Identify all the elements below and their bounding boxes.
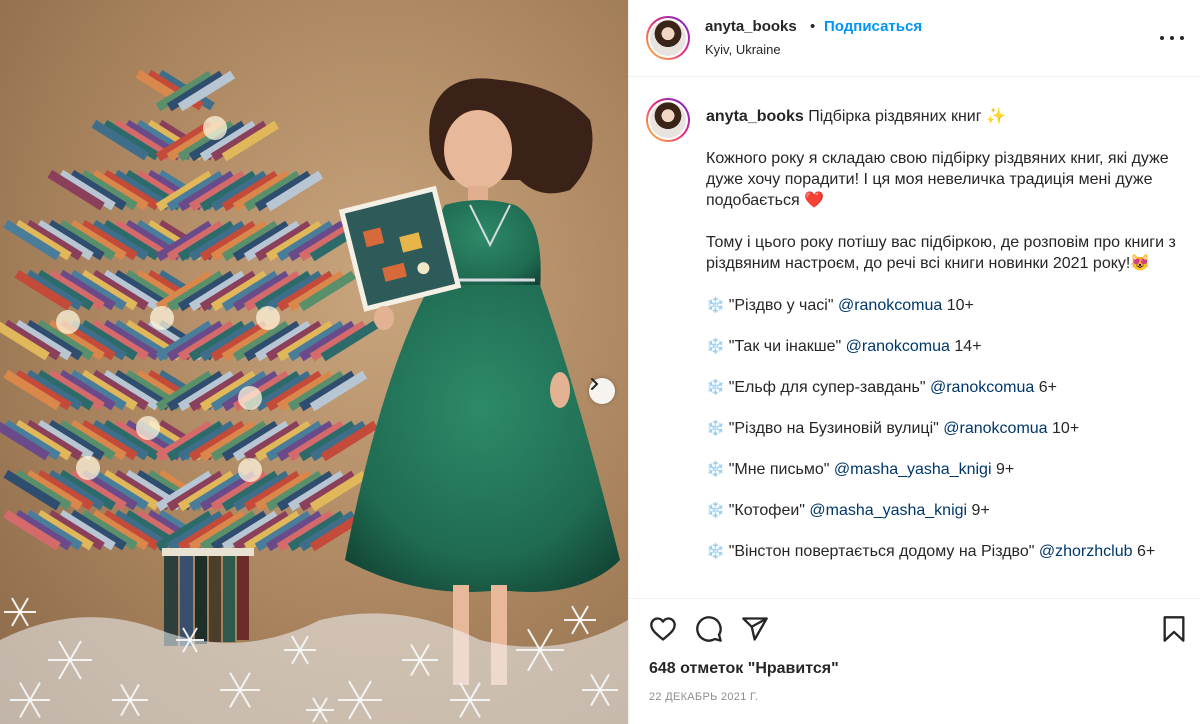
age-rating: 6+ [1136, 543, 1156, 560]
more-options-button[interactable] [1160, 29, 1184, 47]
post-panel: anyta_books • Подписаться Kyiv, Ukraine … [628, 0, 1200, 724]
follow-button[interactable]: Подписаться [824, 18, 922, 35]
book-list-item: ❄️ "Так чи інакше" @ranokcomua 14+ [706, 336, 1186, 357]
book-title: "Вінстон повертається додому на Різдво" [728, 543, 1035, 560]
location-link[interactable]: Kyiv, Ukraine [705, 42, 781, 57]
snowflake-icon: ❄️ [706, 461, 725, 478]
snowflake-icon: ❄️ [706, 379, 725, 396]
post-photo[interactable] [0, 0, 628, 724]
book-title: "Котофеи" [728, 502, 805, 519]
book-title: "Різдво у часі" [728, 297, 834, 314]
likes-count[interactable]: 648 отметок "Нравится" [649, 660, 839, 678]
age-rating: 9+ [971, 502, 990, 519]
book-tree-trunk [162, 548, 254, 646]
photo-illustration [0, 69, 628, 724]
cat-emoji: 😻 [1130, 255, 1151, 272]
snowflake-icon: ❄️ [706, 297, 725, 314]
snowflake-icon: ❄️ [706, 420, 725, 437]
bookmark-icon[interactable] [1160, 615, 1188, 643]
publisher-mention[interactable]: @ranokcomua [846, 338, 950, 355]
post-header: anyta_books • Подписаться Kyiv, Ukraine [629, 0, 1200, 77]
heart-emoji: ❤️ [804, 192, 825, 209]
publisher-mention[interactable]: @masha_yasha_knigi [809, 502, 967, 519]
snowflake-icon: ❄️ [706, 502, 725, 519]
publisher-mention[interactable]: @ranokcomua [943, 420, 1047, 437]
girl-figure [345, 78, 620, 685]
age-rating: 6+ [1038, 379, 1057, 396]
book-list-item: ❄️ "Вінстон повертається додому на Різдво… [706, 541, 1186, 562]
publisher-mention[interactable]: @zhorzhclub [1039, 543, 1133, 560]
book-list-item: ❄️ "Різдво у часі" @ranokcomua 10+ [706, 295, 1186, 316]
age-rating: 14+ [954, 338, 982, 355]
book-title: "Мне письмо" [728, 461, 830, 478]
caption-username[interactable]: anyta_books [706, 108, 804, 125]
book-list-item: ❄️ "Котофеи" @masha_yasha_knigi 9+ [706, 500, 1186, 521]
next-image-button[interactable] [589, 378, 615, 404]
book-list: ❄️ "Різдво у часі" @ranokcomua 10+ ❄️ "Так … [706, 295, 1186, 562]
book-list-item: ❄️ "Різдво на Бузиновій вулиці" @ranokcom… [706, 418, 1186, 439]
book-title: "Різдво на Бузиновій вулиці" [728, 420, 939, 437]
comment-icon[interactable] [695, 615, 723, 643]
action-bar: 648 отметок "Нравится" 22 ДЕКАБРЬ 2021 Г… [629, 598, 1200, 724]
caption-paragraph-2: Тому і цього року потішу вас підбіркою, … [706, 234, 1176, 272]
snowflake-icon: ❄️ [706, 543, 725, 560]
avatar[interactable] [646, 16, 690, 60]
caption-avatar[interactable] [646, 98, 690, 142]
caption-title: Підбірка різдвяних книг ✨ [808, 108, 1006, 125]
chevron-right-icon [591, 378, 598, 390]
post-date[interactable]: 22 ДЕКАБРЬ 2021 Г. [649, 691, 758, 703]
caption-text: anyta_books Підбірка різдвяних книг ✨ Ко… [706, 106, 1186, 582]
publisher-mention[interactable]: @ranokcomua [838, 297, 942, 314]
heart-icon[interactable] [649, 615, 677, 643]
caption-area: anyta_books Підбірка різдвяних книг ✨ Ко… [629, 78, 1200, 598]
age-rating: 9+ [995, 461, 1015, 478]
author-username[interactable]: anyta_books [705, 18, 797, 35]
book-list-item: ❄️ "Мне письмо" @masha_yasha_knigi 9+ [706, 459, 1186, 480]
snowflake-icon: ❄️ [706, 338, 725, 355]
age-rating: 10+ [946, 297, 974, 314]
separator-dot: • [810, 18, 816, 35]
publisher-mention[interactable]: @masha_yasha_knigi [834, 461, 992, 478]
book-title: "Так чи інакше" [728, 338, 842, 355]
publisher-mention[interactable]: @ranokcomua [930, 379, 1034, 396]
age-rating: 10+ [1052, 420, 1080, 437]
caption-paragraph-1: Кожного року я складаю свою підбірку різ… [706, 150, 1169, 209]
more-dots-icon [1160, 36, 1164, 40]
book-list-item: ❄️ "Ельф для супер-завдань" @ranokcomua 6… [706, 377, 1186, 398]
book-tree [0, 69, 379, 552]
book-title: "Ельф для супер-завдань" [728, 379, 926, 396]
share-icon[interactable] [741, 615, 769, 643]
